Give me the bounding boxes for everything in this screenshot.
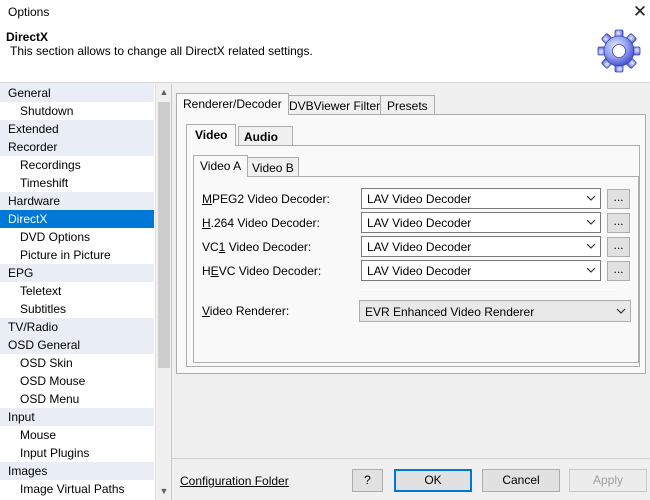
tree-item-directx[interactable]: DirectX <box>0 210 154 228</box>
footer-divider <box>172 458 650 459</box>
section-title: DirectX <box>6 30 49 44</box>
tree-item-teletext[interactable]: Teletext <box>0 282 154 300</box>
scroll-down-icon[interactable]: ▼ <box>156 483 171 500</box>
tree-scrollbar[interactable]: ▲ ▼ <box>155 84 171 500</box>
chevron-down-icon <box>616 308 626 314</box>
apply-button[interactable]: Apply <box>569 469 647 492</box>
tree-item-subtitles[interactable]: Subtitles <box>0 300 154 318</box>
tab-video-b[interactable]: Video B <box>247 157 299 177</box>
tree-item-image-virtual-paths[interactable]: Image Virtual Paths <box>0 480 154 498</box>
mpeg2-decoder-select[interactable]: LAV Video Decoder <box>361 188 601 209</box>
tab-renderer-decoder[interactable]: Renderer/Decoder <box>176 93 289 115</box>
chevron-down-icon <box>586 243 596 249</box>
tree-item-images[interactable]: Images <box>0 462 154 480</box>
chevron-down-icon <box>586 267 596 273</box>
vc1-decoder-settings-button[interactable]: ... <box>607 237 630 257</box>
divider <box>359 289 616 290</box>
tab-audio[interactable]: Audio <box>238 126 293 146</box>
tab-presets[interactable]: Presets <box>380 95 435 115</box>
chevron-down-icon <box>586 219 596 225</box>
video-renderer-label: Video Renderer: <box>202 304 290 318</box>
h264-decoder-label: H.264 Video Decoder: <box>202 216 320 230</box>
hevc-decoder-settings-button[interactable]: ... <box>607 261 630 281</box>
tree-item-picture-in-picture[interactable]: Picture in Picture <box>0 246 154 264</box>
help-button[interactable]: ? <box>352 469 383 492</box>
close-icon[interactable]: ✕ <box>630 1 650 23</box>
video-renderer-select[interactable]: EVR Enhanced Video Renderer <box>359 300 631 322</box>
configuration-folder-link[interactable]: Configuration Folder <box>180 474 289 488</box>
settings-tree: General Shutdown Extended Recorder Recor… <box>0 84 172 500</box>
video-renderer-value: EVR Enhanced Video Renderer <box>365 305 535 319</box>
window-title: Options <box>8 5 50 19</box>
tree-item-osd-general[interactable]: OSD General <box>0 336 154 354</box>
tree-item-tv-radio[interactable]: TV/Radio <box>0 318 154 336</box>
vc1-decoder-label: VC1 Video Decoder: <box>202 240 312 254</box>
h264-decoder-settings-button[interactable]: ... <box>607 213 630 233</box>
tree-item-input[interactable]: Input <box>0 408 154 426</box>
tree-item-timeshift[interactable]: Timeshift <box>0 174 154 192</box>
cancel-button[interactable]: Cancel <box>482 469 560 492</box>
tab-video-a[interactable]: Video A <box>193 155 249 177</box>
tree-item-epg[interactable]: EPG <box>0 264 154 282</box>
hevc-decoder-value: LAV Video Decoder <box>367 264 472 278</box>
h264-decoder-value: LAV Video Decoder <box>367 216 472 230</box>
section-description: This section allows to change all Direct… <box>10 44 313 58</box>
h264-decoder-select[interactable]: LAV Video Decoder <box>361 212 601 233</box>
ok-button[interactable]: OK <box>394 469 472 492</box>
mpeg2-decoder-settings-button[interactable]: ... <box>607 189 630 209</box>
tree-item-shutdown[interactable]: Shutdown <box>0 102 154 120</box>
title-bar: Options ✕ <box>0 0 650 26</box>
section-header: DirectX This section allows to change al… <box>0 26 650 83</box>
gear-icon <box>597 29 641 73</box>
tree-item-osd-mouse[interactable]: OSD Mouse <box>0 372 154 390</box>
tree-item-general[interactable]: General <box>0 84 154 102</box>
scrollbar-thumb[interactable] <box>158 102 170 368</box>
tree-item-recorder[interactable]: Recorder <box>0 138 154 156</box>
tree-item-extended[interactable]: Extended <box>0 120 154 138</box>
tab-dvbviewer-filter[interactable]: DVBViewer Filter <box>282 95 388 115</box>
hevc-decoder-select[interactable]: LAV Video Decoder <box>361 260 601 281</box>
tab-video[interactable]: Video <box>186 124 237 146</box>
tree-item-dvd-options[interactable]: DVD Options <box>0 228 154 246</box>
tree-item-recordings[interactable]: Recordings <box>0 156 154 174</box>
scroll-up-icon[interactable]: ▲ <box>156 84 171 101</box>
tree-item-mouse[interactable]: Mouse <box>0 426 154 444</box>
chevron-down-icon <box>586 195 596 201</box>
vc1-decoder-select[interactable]: LAV Video Decoder <box>361 236 601 257</box>
hevc-decoder-label: HEVC Video Decoder: <box>202 264 322 278</box>
mpeg2-decoder-label: MPEG2 Video Decoder: <box>202 192 330 206</box>
tree-item-input-plugins[interactable]: Input Plugins <box>0 444 154 462</box>
mpeg2-decoder-value: LAV Video Decoder <box>367 192 472 206</box>
tree-item-osd-menu[interactable]: OSD Menu <box>0 390 154 408</box>
tree-item-osd-skin[interactable]: OSD Skin <box>0 354 154 372</box>
vc1-decoder-value: LAV Video Decoder <box>367 240 472 254</box>
tree-item-hardware[interactable]: Hardware <box>0 192 154 210</box>
